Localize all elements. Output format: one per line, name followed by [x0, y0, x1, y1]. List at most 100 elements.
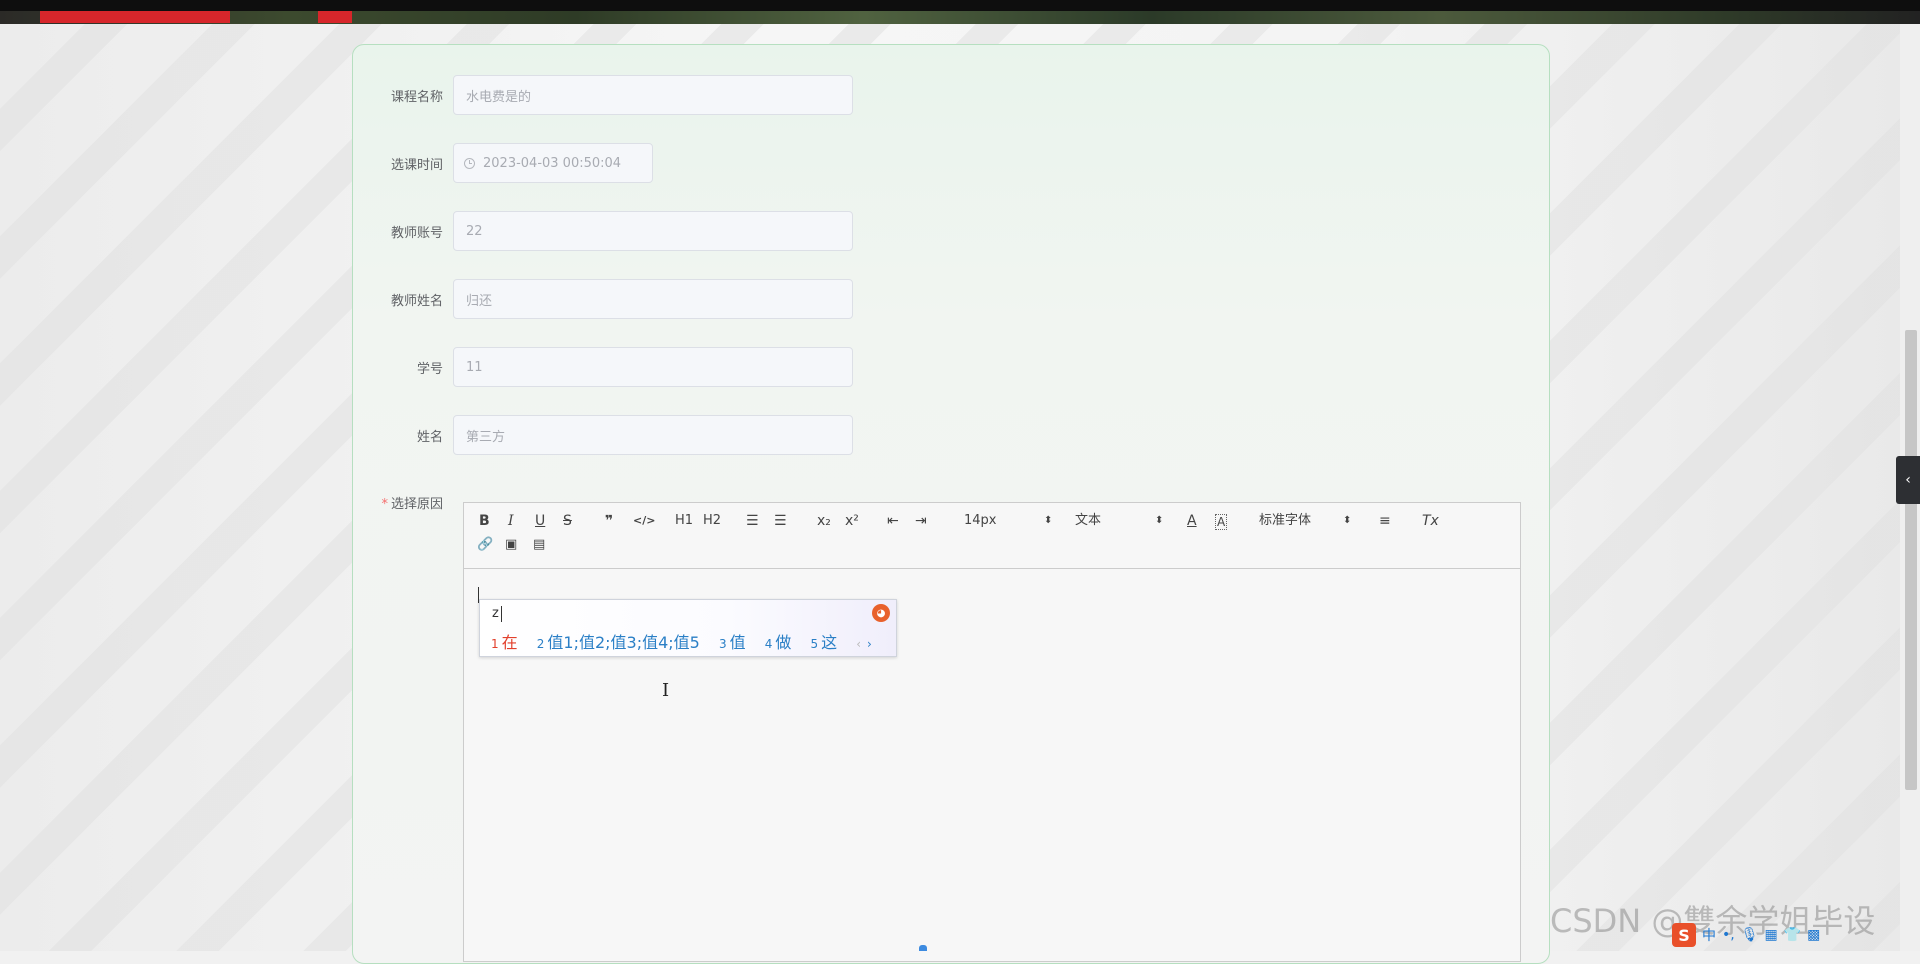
header2-button[interactable]: H2 — [703, 511, 721, 531]
course-name-label: 课程名称 — [390, 89, 443, 105]
course-name-value: 水电费是的 — [466, 89, 532, 105]
font-color-button[interactable]: A — [1187, 511, 1197, 531]
ime-candidates: 1在 2 值1;值2;值3;值4;值5 3值 4做 5这 ‹ › — [491, 629, 872, 653]
toolbox-icon[interactable]: ▩ — [1807, 927, 1820, 943]
scrollbar-thumb[interactable] — [1905, 330, 1917, 790]
sogou-logo-icon[interactable]: S — [1672, 923, 1696, 947]
ordered-list-button[interactable]: ☰ — [746, 511, 759, 531]
bullet-list-button[interactable]: ☰ — [774, 511, 787, 531]
student-id-value: 11 — [466, 359, 483, 375]
select-arrows-icon: ⬍ — [1044, 515, 1053, 526]
candidate-text: 做 — [775, 633, 792, 652]
student-name-value: 第三方 — [466, 429, 506, 445]
select-arrows-icon: ⬍ — [1155, 515, 1164, 526]
subscript-button[interactable]: x₂ — [817, 511, 831, 531]
candidate-number: 4 — [764, 637, 773, 651]
student-name-label: 姓名 — [416, 429, 443, 445]
header-select-value: 文本 — [1075, 513, 1102, 528]
skin-icon[interactable]: 👕 — [1784, 927, 1801, 943]
font-size-value: 14px — [964, 513, 997, 528]
punctuation-icon[interactable]: •, — [1722, 927, 1735, 943]
ime-candidate[interactable]: 4做 — [765, 633, 792, 652]
ime-candidate-window[interactable]: z ◕ 1在 2 值1;值2;值3;值4;值5 3值 4做 5这 ‹ › — [479, 599, 897, 657]
underline-button[interactable]: U — [535, 511, 545, 531]
select-time-row: 选课时间 2023-04-03 00:50:04 — [353, 143, 653, 183]
text-cursor-icon: I — [662, 680, 670, 701]
drag-handle[interactable] — [919, 945, 927, 951]
candidate-text: 这 — [821, 633, 838, 652]
candidate-text: 在 — [501, 633, 518, 652]
video-button[interactable]: ▤ — [533, 535, 545, 555]
font-size-select[interactable]: 14px ⬍ — [964, 511, 1052, 531]
outdent-button[interactable]: ⇤ — [887, 511, 899, 531]
chevron-left-icon: ‹ — [1905, 472, 1911, 488]
ime-composition: z — [492, 606, 499, 621]
background-color-button[interactable]: A — [1215, 514, 1228, 530]
teacher-name-value: 归还 — [466, 293, 493, 309]
teacher-account-row: 教师账号 22 — [353, 211, 853, 251]
candidate-number: 1 — [491, 637, 499, 651]
candidate-text: 值1;值2;值3;值4;值5 — [547, 633, 700, 652]
banner-fragment — [318, 11, 352, 23]
editor-content[interactable]: z ◕ 1在 2 值1;值2;值3;值4;值5 3值 4做 5这 ‹ › — [464, 569, 1520, 961]
candidate-number: 2 — [536, 637, 545, 651]
ime-candidate[interactable]: 1在 — [491, 633, 518, 652]
ime-page-nav: ‹ › — [856, 637, 872, 651]
ime-candidate[interactable]: 3值 — [719, 633, 746, 652]
clock-icon — [464, 157, 475, 169]
teacher-name-row: 教师姓名 归还 — [353, 279, 853, 319]
student-id-row: 学号 11 — [353, 347, 853, 387]
bold-button[interactable]: B — [479, 511, 490, 531]
student-name-field[interactable]: 第三方 — [453, 415, 853, 455]
ime-candidate[interactable]: 5这 — [810, 633, 837, 652]
align-button[interactable]: ≡ — [1379, 511, 1391, 531]
ime-candidate[interactable]: 2 值1;值2;值3;值4;值5 — [537, 633, 700, 652]
header1-button[interactable]: H1 — [675, 511, 693, 531]
keyboard-icon[interactable]: ▦ — [1765, 927, 1778, 943]
ime-caret — [501, 606, 502, 622]
font-family-select[interactable]: 标准字体 ⬍ — [1259, 511, 1351, 531]
required-mark: * — [381, 497, 388, 512]
student-id-field[interactable]: 11 — [453, 347, 853, 387]
teacher-account-field[interactable]: 22 — [453, 211, 853, 251]
sidebar-toggle-button[interactable]: ‹ — [1896, 456, 1920, 504]
select-arrows-icon: ⬍ — [1343, 515, 1352, 526]
top-bar — [0, 0, 1920, 11]
reason-label-text: 选择原因 — [390, 497, 443, 512]
ime-next-icon[interactable]: › — [867, 637, 872, 651]
image-button[interactable]: ▣ — [505, 535, 517, 555]
candidate-number: 3 — [718, 637, 727, 651]
select-time-value: 2023-04-03 00:50:04 — [483, 155, 622, 171]
indent-button[interactable]: ⇥ — [915, 511, 927, 531]
rich-text-editor: B I U S ❞ </> H1 H2 ☰ ☰ x₂ x² ⇤ ⇥ 14px ⬍ … — [463, 502, 1521, 962]
candidate-text: 值 — [729, 633, 746, 652]
course-name-row: 课程名称 水电费是的 — [353, 75, 853, 115]
blockquote-button[interactable]: ❞ — [605, 511, 613, 531]
italic-button[interactable]: I — [508, 511, 514, 531]
ime-logo-icon[interactable]: ◕ — [872, 604, 890, 622]
student-id-label: 学号 — [416, 361, 443, 377]
strike-button[interactable]: S — [563, 511, 572, 531]
clean-format-button[interactable]: Tx — [1422, 511, 1439, 531]
teacher-name-field[interactable]: 归还 — [453, 279, 853, 319]
superscript-button[interactable]: x² — [845, 511, 859, 531]
teacher-account-value: 22 — [466, 223, 483, 239]
course-name-field[interactable]: 水电费是的 — [453, 75, 853, 115]
chinese-mode-icon[interactable]: 中 — [1702, 925, 1716, 945]
banner-fragment — [40, 11, 230, 23]
ime-status-bar: S 中 •, 🎙 ▦ 👕 ▩ — [1672, 922, 1820, 948]
font-family-value: 标准字体 — [1259, 513, 1312, 528]
code-block-button[interactable]: </> — [633, 511, 655, 531]
select-time-field[interactable]: 2023-04-03 00:50:04 — [453, 143, 653, 183]
teacher-account-label: 教师账号 — [390, 225, 443, 241]
candidate-number: 5 — [810, 637, 819, 651]
link-button[interactable]: 🔗 — [477, 535, 493, 555]
header-select[interactable]: 文本 ⬍ — [1075, 511, 1163, 531]
ime-prev-icon[interactable]: ‹ — [856, 637, 861, 651]
editor-toolbar: B I U S ❞ </> H1 H2 ☰ ☰ x₂ x² ⇤ ⇥ 14px ⬍ … — [464, 503, 1520, 569]
reason-row: * 选择原因 — [353, 493, 453, 512]
reason-label: * 选择原因 — [353, 493, 453, 512]
microphone-icon[interactable]: 🎙 — [1741, 927, 1759, 943]
teacher-name-label: 教师姓名 — [390, 293, 443, 309]
select-time-label: 选课时间 — [390, 157, 443, 173]
